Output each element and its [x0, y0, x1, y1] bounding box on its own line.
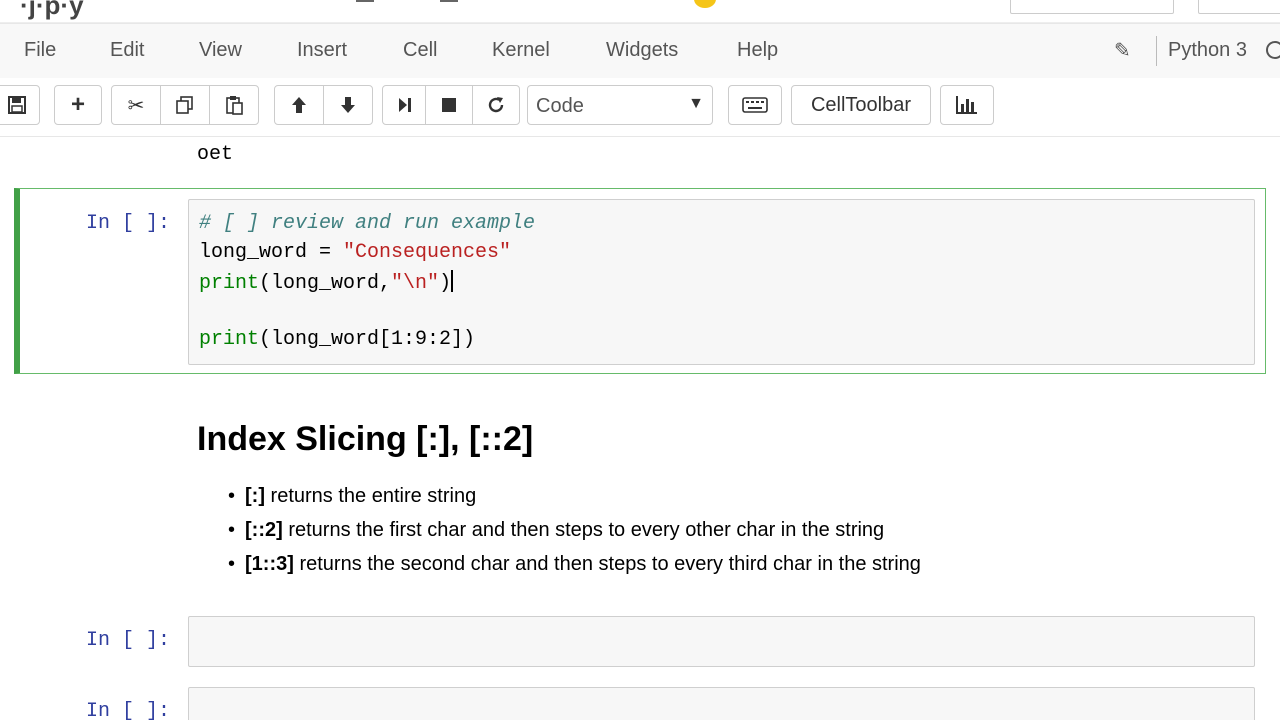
divider	[1156, 36, 1157, 66]
save-button[interactable]	[0, 85, 40, 125]
previous-cell-output: oet	[197, 143, 234, 166]
markdown-bullet-list: • [:] returns the entire string • [::2] re…	[228, 485, 921, 587]
menu-file[interactable]: File	[24, 39, 56, 62]
celltoolbar-label: CellToolbar	[810, 93, 912, 116]
arrow-down-icon	[341, 97, 355, 113]
move-button-group	[274, 85, 373, 125]
cut-button[interactable]: ✂	[111, 85, 161, 125]
celltoolbar-button[interactable]: CellToolbar	[791, 85, 931, 125]
kernel-status-icon	[1266, 41, 1280, 59]
menu-widgets[interactable]: Widgets	[606, 39, 678, 62]
code-editor[interactable]: # [ ] review and run example long_word =…	[188, 199, 1255, 365]
arrow-up-icon	[292, 97, 306, 113]
input-prompt: In [ ]:	[86, 700, 171, 720]
run-button-group	[382, 85, 520, 125]
code-line: long_word = "Consequences"	[199, 241, 512, 264]
menu-kernel[interactable]: Kernel	[492, 39, 550, 62]
markdown-heading: Index Slicing [:], [::2]	[197, 420, 534, 458]
kernel-name: Python 3	[1168, 39, 1247, 61]
paste-button[interactable]	[209, 85, 259, 125]
command-palette-button[interactable]	[728, 85, 782, 125]
scissors-icon: ✂	[127, 94, 145, 117]
title-fragment	[356, 0, 374, 2]
step-forward-icon	[399, 98, 411, 112]
move-up-button[interactable]	[274, 85, 324, 125]
header-button[interactable]	[1010, 0, 1174, 14]
insert-cell-button[interactable]: +	[54, 85, 102, 125]
menu-help[interactable]: Help	[737, 39, 778, 62]
list-item: • [::2] returns the first char and then s…	[228, 519, 885, 541]
menu-bar: File Edit View Insert Cell Kernel Widget…	[0, 23, 1280, 79]
trusted-icon	[694, 0, 716, 8]
input-prompt: In [ ]:	[86, 629, 171, 652]
code-line: print(long_word[1:9:2])	[199, 328, 476, 351]
empty-code-editor[interactable]	[188, 687, 1255, 720]
jupyter-logo: ·j·p·y	[20, 0, 84, 20]
save-icon	[8, 96, 26, 114]
title-fragment	[440, 0, 458, 2]
menu-insert[interactable]: Insert	[297, 39, 347, 62]
menu-view[interactable]: View	[199, 39, 242, 62]
interrupt-button[interactable]	[425, 85, 473, 125]
code-line: # [ ] review and run example	[199, 212, 536, 235]
stop-icon	[442, 98, 456, 112]
run-button[interactable]	[382, 85, 426, 125]
caret-down-icon: ▼	[688, 95, 704, 112]
keyboard-icon	[742, 97, 768, 113]
pencil-icon[interactable]: ✎	[1114, 38, 1131, 63]
empty-code-editor[interactable]	[188, 616, 1255, 667]
edit-button-group: ✂	[111, 85, 259, 125]
list-item: • [:] returns the entire string	[228, 485, 477, 507]
copy-button[interactable]	[160, 85, 210, 125]
list-item: • [1::3] returns the second char and then…	[228, 553, 921, 575]
text-cursor	[451, 270, 454, 292]
bar-chart-icon	[956, 96, 977, 114]
input-prompt: In [ ]:	[86, 212, 171, 235]
cell-type-value: Code	[536, 95, 584, 117]
menu-cell[interactable]: Cell	[403, 39, 437, 62]
refresh-icon	[488, 97, 504, 113]
menu-edit[interactable]: Edit	[110, 39, 144, 62]
restart-button[interactable]	[472, 85, 520, 125]
code-line: print(long_word,"\n")	[199, 270, 454, 295]
chart-button[interactable]	[940, 85, 994, 125]
move-down-button[interactable]	[323, 85, 373, 125]
header-button[interactable]	[1198, 0, 1280, 14]
cell-type-select[interactable]: Code ▼	[527, 85, 713, 125]
toolbar: + ✂ Code ▼ CellToolbar	[0, 78, 1280, 137]
plus-icon: +	[70, 91, 85, 118]
browser-top-strip: ·j·p·y	[0, 0, 1280, 22]
copy-icon	[176, 96, 193, 114]
notebook-container[interactable]: oet In [ ]: # [ ] review and run example…	[0, 137, 1280, 720]
paste-icon	[226, 96, 243, 115]
